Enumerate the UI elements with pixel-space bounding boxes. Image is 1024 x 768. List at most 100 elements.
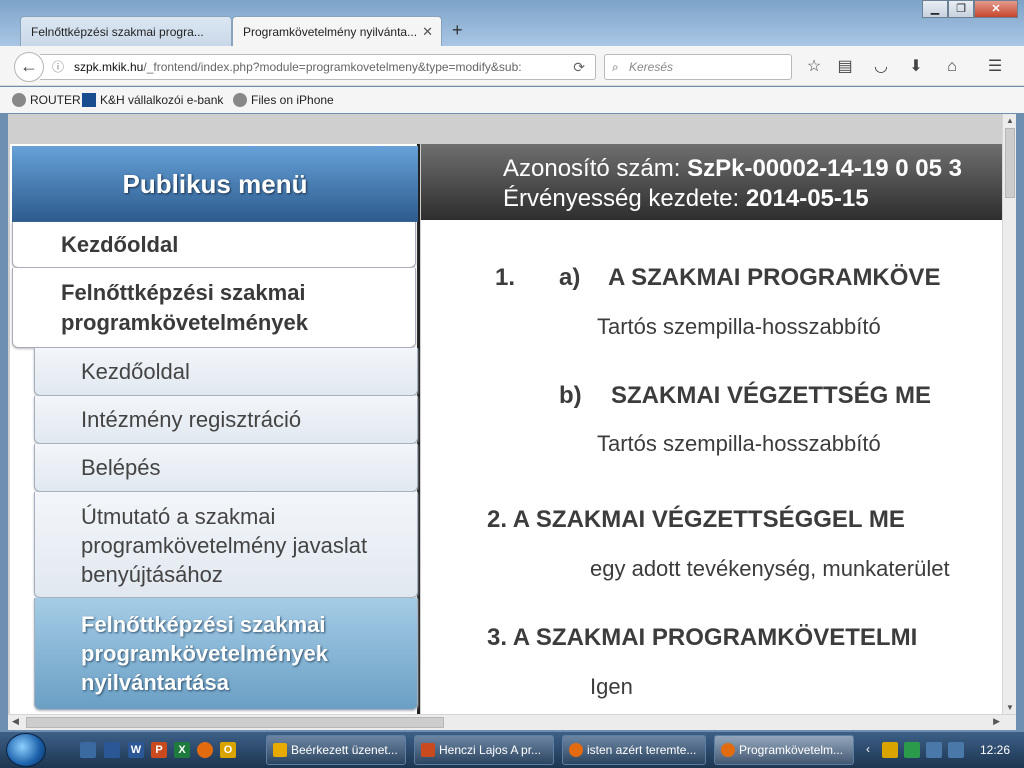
close-tab-icon[interactable]: ✕ xyxy=(422,24,433,40)
menu-item-kezdooldal[interactable]: Kezdőoldal xyxy=(12,222,416,268)
validity-line: Érvényesség kezdete: 2014-05-15 xyxy=(503,184,1002,214)
firefox-icon[interactable] xyxy=(197,742,213,758)
taskbar-button-firefox-1[interactable]: isten azért teremte... xyxy=(562,735,706,765)
url-bar[interactable]: ⓘ szpk.mkik.hu/_frontend/index.php?modul… xyxy=(40,54,596,80)
outlook-icon[interactable]: O xyxy=(220,742,236,758)
vertical-scrollbar[interactable]: ▲ ▼ xyxy=(1002,114,1016,714)
powerpoint-icon xyxy=(421,743,435,757)
home-icon[interactable]: ⌂ xyxy=(941,56,963,78)
taskbar-button-label: Programkövetelm... xyxy=(739,743,844,757)
main-content: Azonosító szám: SzPk-00002-14-19 0 05 3 … xyxy=(421,144,1002,714)
explorer-icon[interactable] xyxy=(104,742,120,758)
reading-list-icon[interactable]: ▤ xyxy=(834,56,856,78)
taskbar-button-label: Henczi Lajos A pr... xyxy=(439,743,542,757)
clock[interactable]: 12:26 xyxy=(980,743,1010,757)
menu-item-label: Kezdőoldal xyxy=(61,232,179,257)
globe-icon xyxy=(12,93,26,107)
firefox-icon xyxy=(569,743,583,757)
start-button[interactable] xyxy=(6,733,46,767)
bookmark-router[interactable]: ROUTER xyxy=(12,93,81,107)
tab-programkovetelmeny[interactable]: Programkövetelmény nyilvánta... ✕ xyxy=(232,16,442,46)
section-1b-title: SZAKMAI VÉGZETTSÉG ME xyxy=(611,382,932,409)
search-icon: ⌕ xyxy=(612,60,619,74)
submenu-item-kezdooldal[interactable]: Kezdőoldal xyxy=(34,348,418,396)
section-1b-text: Tartós szempilla-hosszabbító xyxy=(597,431,881,456)
bookmark-label: ROUTER xyxy=(30,93,81,107)
search-input[interactable]: ⌕ Keresés xyxy=(604,54,792,80)
taskbar-button-outlook[interactable]: Beérkezett üzenet... xyxy=(266,735,406,765)
maximize-button[interactable]: ❐ xyxy=(948,0,974,18)
outlook-icon xyxy=(273,743,287,757)
powerpoint-icon[interactable]: P xyxy=(151,742,167,758)
submenu-item-intezmeny-regisztracio[interactable]: Intézmény regisztráció xyxy=(34,396,418,444)
submenu-item-label: Útmutató a szakmai programkövetelmény ja… xyxy=(81,504,368,587)
id-label: Azonosító szám: xyxy=(503,155,681,182)
network-icon[interactable] xyxy=(926,742,942,758)
close-window-button[interactable]: ✕ xyxy=(974,0,1018,18)
menu-item-label: Felnőttképzési szakmai programkövetelmén… xyxy=(61,280,308,335)
info-icon[interactable]: ⓘ xyxy=(52,55,64,79)
bookmark-kh-ebank[interactable]: K&H vállalkozói e-bank xyxy=(82,93,223,107)
submenu-item-utmutato[interactable]: Útmutató a szakmai programkövetelmény ja… xyxy=(34,492,418,598)
scroll-left-icon[interactable]: ◀ xyxy=(12,716,19,727)
new-tab-button[interactable]: + xyxy=(452,20,463,41)
reload-icon[interactable]: ⟳ xyxy=(573,55,585,79)
tab-strip: Felnőttképzési szakmai progra... Program… xyxy=(0,0,1024,46)
url-host: szpk.mkik.hu xyxy=(74,60,144,74)
search-placeholder: Keresés xyxy=(629,60,674,74)
menu-icon[interactable]: ☰ xyxy=(984,56,1006,78)
taskbar-button-powerpoint[interactable]: Henczi Lajos A pr... xyxy=(414,735,554,765)
tray-expand-icon[interactable]: ‹ xyxy=(866,742,870,756)
section-1a-text: Tartós szempilla-hosszabbító xyxy=(597,314,881,339)
kh-bank-icon xyxy=(82,93,96,107)
navigation-toolbar: ⓘ szpk.mkik.hu/_frontend/index.php?modul… xyxy=(0,46,1024,86)
window-controls: ▁ ❐ ✕ xyxy=(922,0,1018,18)
tab-felnottkepzesi[interactable]: Felnőttképzési szakmai progra... xyxy=(20,16,232,46)
word-icon[interactable]: W xyxy=(128,742,144,758)
back-button[interactable]: ← xyxy=(14,52,44,82)
tray-security-icon[interactable] xyxy=(904,742,920,758)
section-1a-title: A SZAKMAI PROGRAMKÖVE xyxy=(608,264,941,291)
download-icon[interactable]: ⬇ xyxy=(905,56,927,78)
menu-item-felnottkepzesi[interactable]: Felnőttképzési szakmai programkövetelmén… xyxy=(12,268,416,348)
taskbar-button-label: Beérkezett üzenet... xyxy=(291,743,398,757)
horizontal-scrollbar[interactable]: ◀ ▶ xyxy=(8,714,1016,730)
submenu-item-label: Intézmény regisztráció xyxy=(81,407,302,432)
submenu-item-label: Felnőttképzési szakmai programkövetelmén… xyxy=(81,612,328,695)
section-3-text: Igen xyxy=(590,674,633,699)
vertical-scroll-thumb[interactable] xyxy=(1005,128,1015,198)
globe-icon xyxy=(233,93,247,107)
section-3-title: 3. A SZAKMAI PROGRAMKÖVETELMI xyxy=(487,624,918,651)
taskbar-button-label: isten azért teremte... xyxy=(587,743,697,757)
submenu-item-belepes[interactable]: Belépés xyxy=(34,444,418,492)
bookmark-star-icon[interactable]: ☆ xyxy=(803,56,825,78)
date-label: Érvényesség kezdete: xyxy=(503,185,740,212)
pocket-icon[interactable]: ◡ xyxy=(870,56,892,78)
show-desktop-icon[interactable] xyxy=(80,742,96,758)
scroll-down-icon[interactable]: ▼ xyxy=(1006,703,1014,712)
horizontal-scroll-thumb[interactable] xyxy=(26,717,444,728)
tray-outlook-icon[interactable] xyxy=(882,742,898,758)
date-value: 2014-05-15 xyxy=(745,185,869,212)
tab-label: Felnőttképzési szakmai progra... xyxy=(31,25,204,39)
id-value: SzPk-00002-14-19 0 05 3 xyxy=(687,155,962,182)
url-path: /_frontend/index.php?module=programkovet… xyxy=(143,60,522,74)
tab-label: Programkövetelmény nyilvánta... xyxy=(243,25,418,39)
submenu-item-label: Belépés xyxy=(81,455,161,480)
scroll-right-icon[interactable]: ▶ xyxy=(993,716,1000,727)
volume-icon[interactable] xyxy=(948,742,964,758)
windows-taskbar: W P X O Beérkezett üzenet... Henczi Lajo… xyxy=(0,732,1024,768)
taskbar-button-firefox-2[interactable]: Programkövetelm... xyxy=(714,735,854,765)
submenu-item-nyilvantartas[interactable]: Felnőttképzési szakmai programkövetelmén… xyxy=(34,598,418,710)
minimize-button[interactable]: ▁ xyxy=(922,0,948,18)
system-tray: ‹ 12:26 xyxy=(858,732,1024,768)
section-1b-label: b) xyxy=(559,382,582,409)
section-1-number: 1. xyxy=(495,264,516,291)
record-header: Azonosító szám: SzPk-00002-14-19 0 05 3 … xyxy=(421,144,1002,220)
excel-icon[interactable]: X xyxy=(174,742,190,758)
scroll-up-icon[interactable]: ▲ xyxy=(1006,116,1014,125)
menu-title: Publikus menü xyxy=(12,146,418,222)
bookmark-files-on-iphone[interactable]: Files on iPhone xyxy=(233,93,334,107)
page-viewport: Publikus menü Kezdőoldal Felnőttképzési … xyxy=(8,114,1002,714)
section-2-text: egy adott tevékenység, munkaterület xyxy=(590,556,950,581)
